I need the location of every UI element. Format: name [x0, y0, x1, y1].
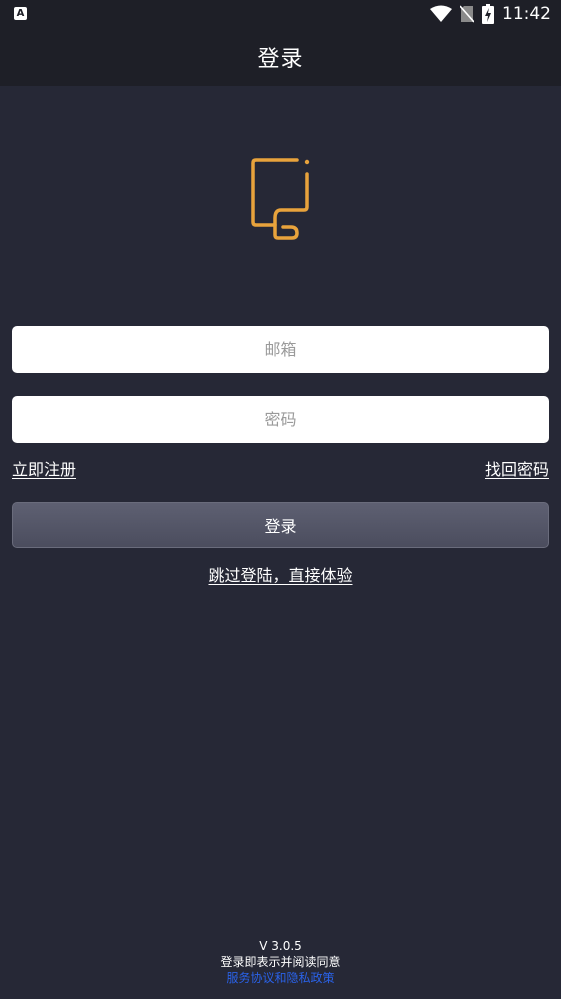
- version-label: V 3.0.5: [259, 939, 302, 953]
- skip-link-row: 跳过登陆，直接体验: [0, 562, 561, 586]
- register-link[interactable]: 立即注册: [12, 456, 76, 480]
- email-input[interactable]: [12, 326, 549, 373]
- footer: V 3.0.5 登录即表示并阅读同意 服务协议和隐私政策: [0, 938, 561, 986]
- battery-charging-icon: [482, 4, 494, 24]
- skip-login-link[interactable]: 跳过登陆，直接体验: [208, 566, 352, 585]
- login-button-label: 登录: [264, 517, 297, 536]
- status-bar: A 11:42: [0, 0, 561, 28]
- agreement-text: 登录即表示并阅读同意: [220, 955, 341, 969]
- page-title: 登录: [257, 47, 304, 72]
- login-button[interactable]: 登录: [12, 502, 549, 548]
- email-field-container: [12, 326, 549, 373]
- forgot-password-link[interactable]: 找回密码: [485, 456, 549, 480]
- document-logo-icon: [251, 158, 310, 240]
- app-notification-icon: A: [14, 7, 27, 20]
- password-input[interactable]: [12, 396, 549, 443]
- no-sim-icon: [460, 5, 474, 23]
- policy-link[interactable]: 服务协议和隐私政策: [0, 970, 561, 986]
- status-icons: 11:42: [430, 0, 551, 28]
- wifi-icon: [430, 5, 452, 22]
- password-field-container: [12, 396, 549, 443]
- status-time: 11:42: [502, 4, 551, 24]
- app-bar: 登录: [0, 28, 561, 86]
